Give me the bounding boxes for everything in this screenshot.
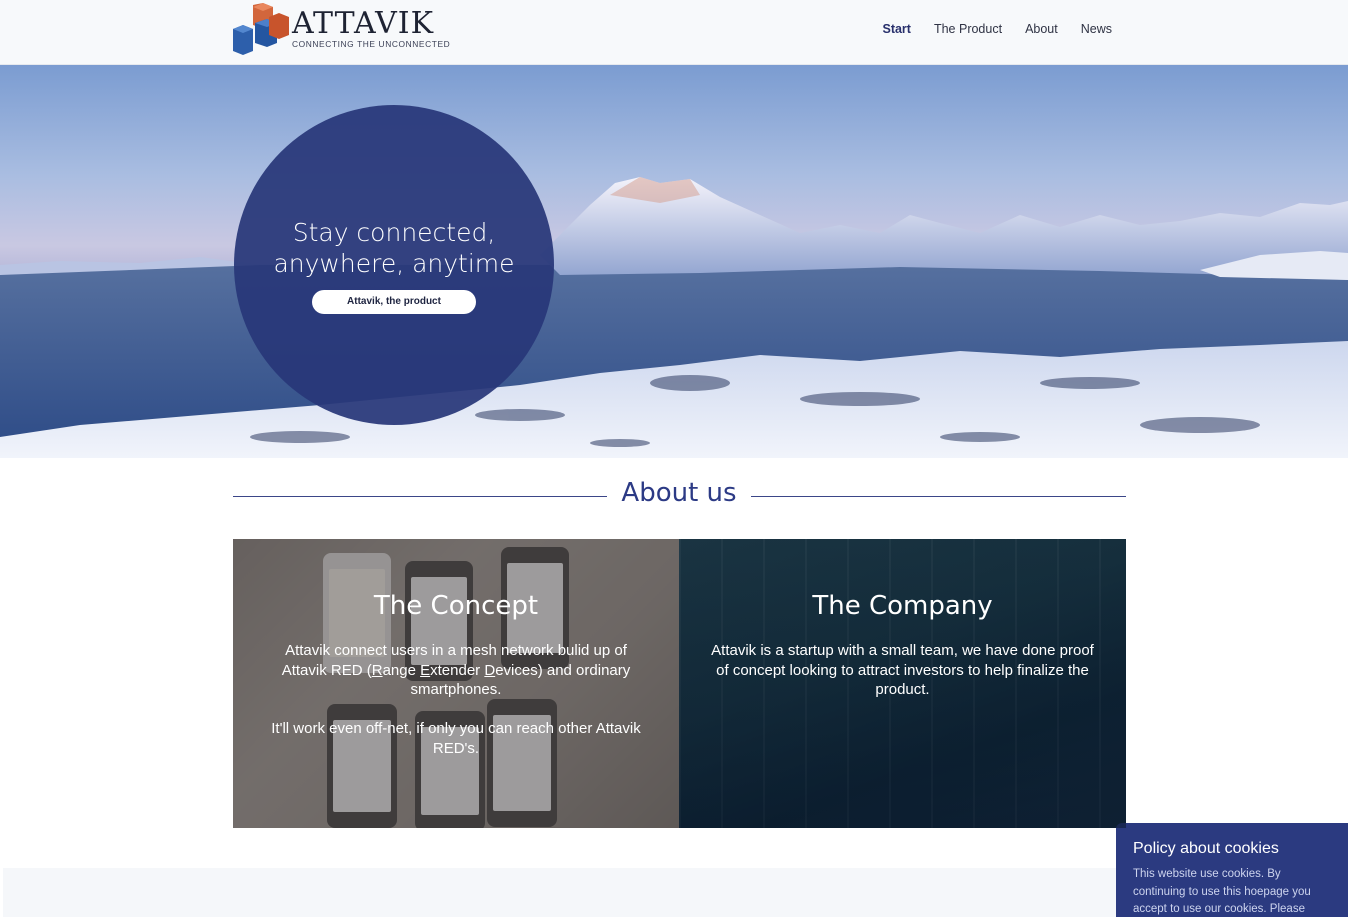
- brand-tagline: CONNECTING THE UNCONNECTED: [292, 39, 451, 49]
- divider-right: [751, 496, 1126, 497]
- hero-heading-line2: anywhere, anytime: [273, 249, 515, 278]
- main-nav: Start The Product About News: [882, 22, 1112, 36]
- site-header: ATTAVIK CONNECTING THE UNCONNECTED Start…: [0, 0, 1348, 65]
- company-card[interactable]: The Company Attavik is a startup with a …: [679, 539, 1126, 828]
- cookie-policy-banner[interactable]: Policy about cookies This website use co…: [1116, 823, 1348, 917]
- cookie-text: This website use cookies. By continuing …: [1133, 868, 1311, 915]
- concept-text-part: R: [371, 661, 383, 679]
- company-title: The Company: [812, 591, 993, 621]
- product-button[interactable]: Attavik, the product: [312, 290, 476, 314]
- concept-text-part: xtender: [430, 661, 485, 679]
- concept-text-part: ange: [382, 661, 421, 679]
- hero-heading: Stay connected, anywhere, anytime: [234, 217, 554, 279]
- hero-banner: Stay connected, anywhere, anytime Attavi…: [0, 65, 1348, 458]
- brand-name: ATTAVIK: [292, 6, 435, 41]
- concept-card[interactable]: The Concept Attavik connect users in a m…: [233, 539, 679, 828]
- concept-text-part: E: [420, 661, 431, 679]
- concept-text-2: It'll work even off-net, if only you can…: [271, 720, 641, 757]
- hero-heading-line1: Stay connected,: [292, 218, 496, 247]
- nav-start[interactable]: Start: [882, 22, 910, 36]
- concept-text: Attavik connect users in a mesh network …: [261, 641, 651, 778]
- logo-cubes-icon: [233, 3, 289, 55]
- hero-landscape-image: [0, 177, 1348, 458]
- about-heading: About us: [621, 478, 737, 508]
- cookie-title: Policy about cookies: [1133, 840, 1279, 857]
- concept-text-part: D: [484, 661, 496, 679]
- divider-left: [233, 496, 607, 497]
- company-text: Attavik is a startup with a small team, …: [711, 642, 1094, 698]
- nav-the-product[interactable]: The Product: [934, 22, 1002, 36]
- logo[interactable]: ATTAVIK CONNECTING THE UNCONNECTED: [233, 3, 450, 55]
- nav-about[interactable]: About: [1025, 22, 1058, 36]
- concept-title: The Concept: [373, 591, 539, 621]
- nav-news[interactable]: News: [1081, 22, 1112, 36]
